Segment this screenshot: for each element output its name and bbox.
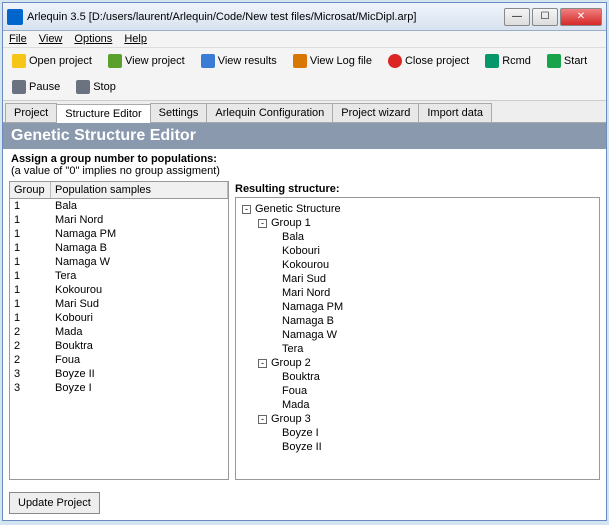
open-project-button[interactable]: Open project <box>7 51 97 71</box>
menu-file[interactable]: File <box>9 33 27 45</box>
stop-icon <box>76 80 90 94</box>
tree-root[interactable]: Genetic Structure <box>255 203 341 215</box>
tab-project-wizard[interactable]: Project wizard <box>332 103 419 122</box>
close-project-button[interactable]: Close project <box>383 51 474 71</box>
toolbar: Open project View project View results V… <box>3 48 606 101</box>
assign-label: Assign a group number to populations: <box>3 149 606 165</box>
view-project-button[interactable]: View project <box>103 51 190 71</box>
tab-settings[interactable]: Settings <box>150 103 208 122</box>
rcmd-button[interactable]: Rcmd <box>480 51 536 71</box>
tree-leaf[interactable]: Foua <box>240 384 595 398</box>
menu-options[interactable]: Options <box>74 33 112 45</box>
table-row[interactable]: 1Mari Nord <box>10 213 228 227</box>
tree-leaf[interactable]: Bouktra <box>240 370 595 384</box>
start-button[interactable]: Start <box>542 51 592 71</box>
collapse-icon[interactable]: - <box>258 415 267 424</box>
col-population[interactable]: Population samples <box>51 182 228 198</box>
tree-leaf[interactable]: Boyze II <box>240 440 595 454</box>
collapse-icon[interactable]: - <box>258 359 267 368</box>
population-table[interactable]: Group Population samples 1Bala1Mari Nord… <box>9 181 229 480</box>
tree-leaf[interactable]: Bala <box>240 230 595 244</box>
table-row[interactable]: 2Foua <box>10 353 228 367</box>
col-group[interactable]: Group <box>10 182 51 198</box>
tree-leaf[interactable]: Kobouri <box>240 244 595 258</box>
log-icon <box>293 54 307 68</box>
page-title: Genetic Structure Editor <box>3 123 606 149</box>
menubar: File View Options Help <box>3 31 606 48</box>
tree-leaf[interactable]: Boyze I <box>240 426 595 440</box>
app-icon <box>7 9 23 25</box>
stop-button[interactable]: Stop <box>71 77 121 97</box>
table-row[interactable]: 1Mari Sud <box>10 297 228 311</box>
tree-leaf[interactable]: Mada <box>240 398 595 412</box>
window-title: Arlequin 3.5 [D:/users/laurent/Arlequin/… <box>27 11 504 23</box>
titlebar[interactable]: Arlequin 3.5 [D:/users/laurent/Arlequin/… <box>3 3 606 31</box>
app-window: Arlequin 3.5 [D:/users/laurent/Arlequin/… <box>2 2 607 521</box>
tree-leaf[interactable]: Namaga B <box>240 314 595 328</box>
table-row[interactable]: 1Namaga PM <box>10 227 228 241</box>
table-row[interactable]: 2Mada <box>10 325 228 339</box>
tree-leaf[interactable]: Mari Nord <box>240 286 595 300</box>
collapse-icon[interactable]: - <box>242 205 251 214</box>
tab-arlequin-config[interactable]: Arlequin Configuration <box>206 103 333 122</box>
eye-icon <box>108 54 122 68</box>
view-results-button[interactable]: View results <box>196 51 282 71</box>
result-heading: Resulting structure: <box>235 181 600 197</box>
assign-note: (a value of "0" implies no group assigme… <box>3 165 606 181</box>
play-icon <box>547 54 561 68</box>
tree-group[interactable]: Group 3 <box>271 413 311 425</box>
menu-help[interactable]: Help <box>124 33 147 45</box>
maximize-button[interactable]: ☐ <box>532 8 558 26</box>
update-project-button[interactable]: Update Project <box>9 492 100 514</box>
pause-icon <box>12 80 26 94</box>
minimize-button[interactable]: — <box>504 8 530 26</box>
structure-tree[interactable]: -Genetic Structure -Group 1 BalaKobouriK… <box>235 197 600 480</box>
tab-structure-editor[interactable]: Structure Editor <box>56 104 150 123</box>
table-row[interactable]: 3Boyze I <box>10 381 228 395</box>
table-row[interactable]: 2Bouktra <box>10 339 228 353</box>
tree-group[interactable]: Group 2 <box>271 357 311 369</box>
table-row[interactable]: 3Boyze II <box>10 367 228 381</box>
collapse-icon[interactable]: - <box>258 219 267 228</box>
tree-leaf[interactable]: Mari Sud <box>240 272 595 286</box>
folder-open-icon <box>12 54 26 68</box>
table-row[interactable]: 1Tera <box>10 269 228 283</box>
tabs: Project Structure Editor Settings Arlequ… <box>3 101 606 123</box>
table-row[interactable]: 1Namaga W <box>10 255 228 269</box>
rcmd-icon <box>485 54 499 68</box>
tree-group[interactable]: Group 1 <box>271 217 311 229</box>
tree-leaf[interactable]: Tera <box>240 342 595 356</box>
table-row[interactable]: 1Namaga B <box>10 241 228 255</box>
close-button[interactable]: ✕ <box>560 8 602 26</box>
tab-import-data[interactable]: Import data <box>418 103 492 122</box>
menu-view[interactable]: View <box>39 33 63 45</box>
view-log-button[interactable]: View Log file <box>288 51 377 71</box>
table-row[interactable]: 1Kokourou <box>10 283 228 297</box>
tree-leaf[interactable]: Namaga PM <box>240 300 595 314</box>
results-icon <box>201 54 215 68</box>
tree-leaf[interactable]: Namaga W <box>240 328 595 342</box>
pause-button[interactable]: Pause <box>7 77 65 97</box>
close-icon <box>388 54 402 68</box>
tree-leaf[interactable]: Kokourou <box>240 258 595 272</box>
tab-project[interactable]: Project <box>5 103 57 122</box>
table-row[interactable]: 1Bala <box>10 199 228 213</box>
table-row[interactable]: 1Kobouri <box>10 311 228 325</box>
